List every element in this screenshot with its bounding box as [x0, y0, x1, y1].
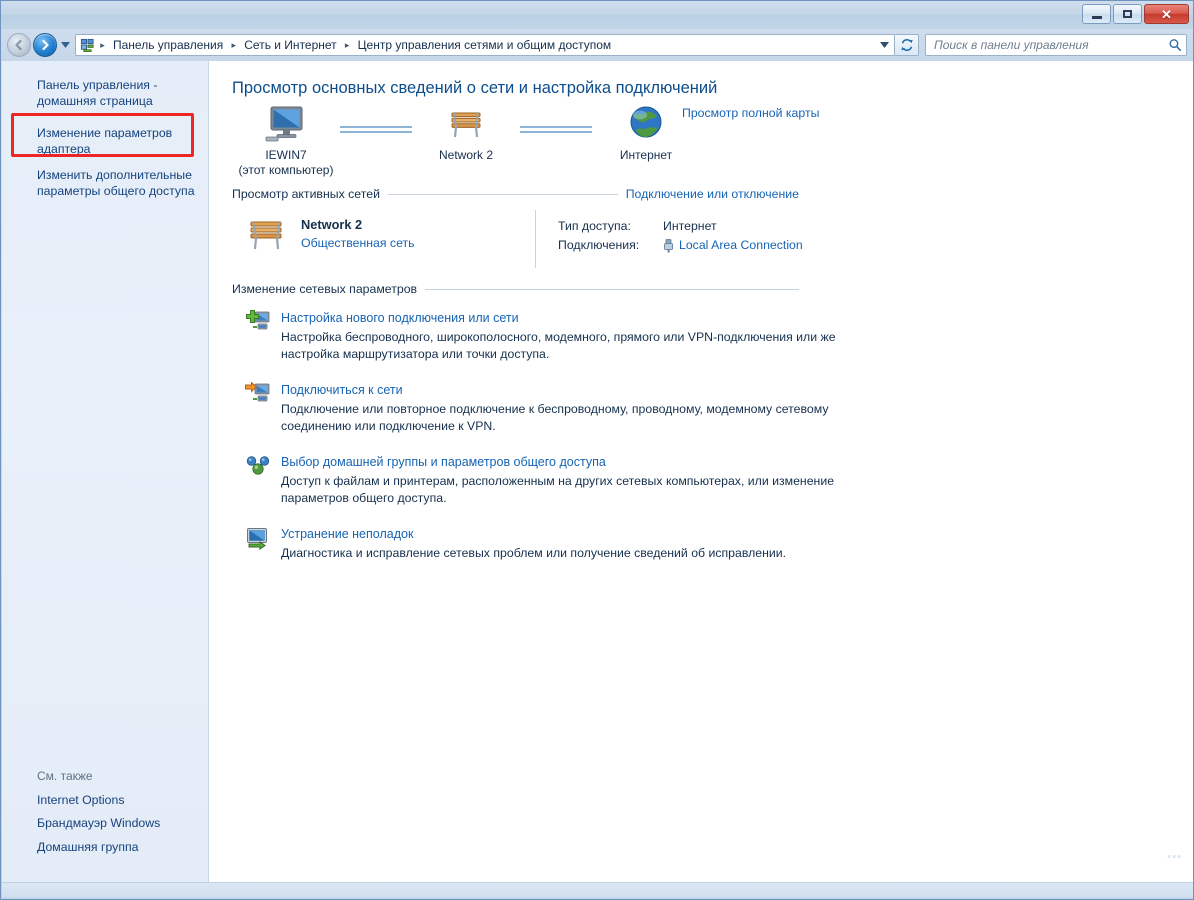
active-networks-header: Просмотр активных сетей Подключение или …	[209, 187, 822, 201]
network-map-node-computer[interactable]: IEWIN7 (этот компьютер)	[232, 104, 340, 178]
minimize-button[interactable]	[1082, 4, 1111, 24]
connections-label: Подключения:	[558, 236, 663, 255]
refresh-icon	[900, 38, 914, 52]
action-title[interactable]: Устранение неполадок	[281, 525, 413, 543]
active-network-name: Network 2	[301, 216, 415, 234]
change-settings-header: Изменение сетевых параметров	[209, 282, 822, 296]
change-settings-actions: Настройка нового подключения или сети На…	[209, 305, 1194, 562]
action-description: Доступ к файлам и принтерам, расположенн…	[281, 473, 841, 507]
title-bar: ✕	[1, 1, 1193, 29]
action-title[interactable]: Выбор домашней группы и параметров общег…	[281, 453, 606, 471]
search-box[interactable]	[925, 34, 1187, 56]
breadcrumb-separator: ▸	[341, 41, 354, 50]
see-also-item-homegroup[interactable]: Домашняя группа	[2, 836, 208, 860]
network-map-link-1	[340, 126, 412, 133]
action-choose-homegroup[interactable]: Выбор домашней группы и параметров общег…	[245, 453, 1194, 507]
change-settings-title: Изменение сетевых параметров	[232, 282, 425, 296]
maximize-icon	[1123, 10, 1132, 18]
network-map-node-sublabel: (этот компьютер)	[239, 163, 334, 178]
sidebar-item-change-adapter-settings[interactable]: Изменение параметров адаптера	[2, 123, 208, 160]
status-bar	[2, 882, 1194, 898]
section-rule	[425, 289, 799, 290]
watermark: ▪▪▪	[1167, 851, 1182, 863]
sidebar-item-change-advanced-sharing-settings[interactable]: Изменить дополнительные параметры общего…	[2, 165, 208, 202]
new-connection-icon	[245, 310, 271, 334]
search-input[interactable]	[934, 38, 1168, 52]
main-content: Просмотр основных сведений о сети и наст…	[209, 61, 1194, 883]
close-button[interactable]: ✕	[1144, 4, 1189, 24]
action-description: Диагностика и исправление сетевых пробле…	[281, 545, 841, 562]
connect-to-network-icon	[245, 382, 271, 406]
close-icon: ✕	[1161, 8, 1172, 21]
public-network-bench-icon	[245, 216, 289, 252]
access-type-row: Тип доступа: Интернет	[558, 217, 803, 236]
network-map-node-label: Network 2	[439, 148, 493, 163]
breadcrumb-separator: ▸	[227, 41, 240, 50]
active-network-details: Тип доступа: Интернет Подключения: Local…	[558, 210, 803, 278]
search-icon[interactable]	[1168, 38, 1182, 52]
chevron-down-icon	[880, 42, 889, 48]
access-type-label: Тип доступа:	[558, 217, 663, 236]
action-title[interactable]: Подключиться к сети	[281, 381, 403, 399]
computer-icon	[264, 104, 308, 144]
window-controls: ✕	[1082, 4, 1189, 24]
troubleshoot-icon	[245, 526, 271, 550]
ethernet-plug-icon	[663, 239, 674, 253]
see-also-item-windows-firewall[interactable]: Брандмауэр Windows	[2, 812, 208, 836]
back-button[interactable]	[7, 33, 31, 57]
local-area-connection-link[interactable]: Local Area Connection	[679, 236, 803, 255]
recent-pages-dropdown[interactable]	[57, 34, 73, 56]
action-troubleshoot[interactable]: Устранение неполадок Диагностика и испра…	[245, 525, 1194, 562]
refresh-button[interactable]	[895, 34, 919, 56]
page-title: Просмотр основных сведений о сети и наст…	[209, 79, 1194, 98]
access-type-value: Интернет	[663, 217, 717, 236]
network-map-node-label: IEWIN7	[265, 148, 306, 163]
public-network-bench-icon	[444, 104, 488, 144]
section-rule	[388, 194, 618, 195]
action-description: Настройка беспроводного, широкополосного…	[281, 329, 841, 363]
sidebar-item-control-panel-home[interactable]: Панель управления - домашняя страница	[2, 75, 208, 112]
active-network-identity: Network 2 Общественная сеть	[245, 210, 535, 278]
minimize-icon	[1092, 16, 1102, 19]
homegroup-icon	[245, 454, 271, 478]
window-body: Панель управления - домашняя страница Из…	[2, 61, 1194, 883]
chevron-down-icon	[61, 42, 70, 48]
see-also-item-internet-options[interactable]: Internet Options	[2, 789, 208, 813]
action-connect-to-network[interactable]: Подключиться к сети Подключение или повт…	[245, 381, 1194, 435]
globe-icon	[624, 104, 668, 144]
connect-or-disconnect-link[interactable]: Подключение или отключение	[618, 187, 799, 201]
breadcrumb-separator: ▸	[96, 41, 109, 50]
maximize-button[interactable]	[1113, 4, 1142, 24]
address-bar[interactable]: ▸ Панель управления ▸ Сеть и Интернет ▸ …	[75, 34, 895, 56]
forward-arrow-icon	[39, 39, 51, 51]
action-description: Подключение или повторное подключение к …	[281, 401, 841, 435]
network-map-node-network[interactable]: Network 2	[412, 104, 520, 163]
active-network-divider	[535, 210, 536, 268]
control-panel-icon	[80, 38, 95, 53]
breadcrumb-network-internet[interactable]: Сеть и Интернет	[240, 37, 340, 53]
breadcrumb-network-sharing-center[interactable]: Центр управления сетями и общим доступом	[354, 37, 616, 53]
connections-row: Подключения: Local Area Connection	[558, 236, 803, 255]
forward-button[interactable]	[33, 33, 57, 57]
action-setup-new-connection[interactable]: Настройка нового подключения или сети На…	[245, 309, 1194, 363]
back-arrow-icon	[13, 39, 25, 51]
network-map-node-label: Интернет	[620, 148, 672, 163]
network-map: IEWIN7 (этот компьютер)	[209, 104, 1194, 179]
see-also-section: См. также Internet Options Брандмауэр Wi…	[2, 769, 208, 860]
navigation-bar: ▸ Панель управления ▸ Сеть и Интернет ▸ …	[1, 29, 1193, 61]
sidebar: Панель управления - домашняя страница Из…	[2, 61, 209, 883]
address-dropdown-button[interactable]	[876, 42, 892, 48]
active-networks-title: Просмотр активных сетей	[232, 187, 388, 201]
view-full-map-link[interactable]: Просмотр полной карты	[682, 106, 819, 120]
network-map-link-2	[520, 126, 592, 133]
active-network-type-link[interactable]: Общественная сеть	[301, 234, 415, 252]
breadcrumb-control-panel[interactable]: Панель управления	[109, 37, 227, 53]
see-also-title: См. также	[2, 769, 208, 789]
network-sharing-center-window: ✕	[0, 0, 1194, 900]
action-title[interactable]: Настройка нового подключения или сети	[281, 309, 519, 327]
active-network-row: Network 2 Общественная сеть Тип доступа:…	[209, 210, 1194, 278]
